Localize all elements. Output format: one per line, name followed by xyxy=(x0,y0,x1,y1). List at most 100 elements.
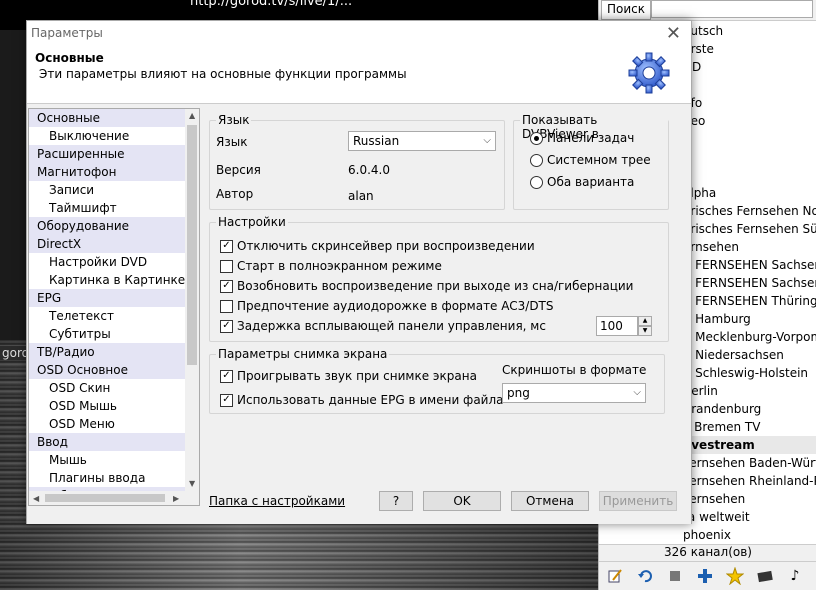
checkbox-label: Задержка всплывающей панели управления, … xyxy=(237,319,546,333)
scroll-down-icon[interactable]: ▼ xyxy=(189,479,195,488)
header-description: Эти параметры влияют на основные функции… xyxy=(39,67,407,81)
tree-item[interactable]: OSD Меню xyxy=(29,415,199,433)
radio-label: Панели задач xyxy=(547,131,635,145)
gear-icon xyxy=(628,52,670,94)
language-group-title: Язык xyxy=(216,113,252,127)
radio-dot-icon[interactable] xyxy=(530,175,543,189)
radio-label: Оба варианта xyxy=(547,175,635,189)
version-value: 6.0.4.0 xyxy=(348,163,390,177)
stepper-down-icon[interactable]: ▼ xyxy=(638,326,652,336)
star-icon[interactable] xyxy=(723,565,747,587)
tree-item[interactable]: DirectX xyxy=(29,235,199,253)
author-label: Автор xyxy=(216,187,254,201)
show-in-radio[interactable]: Оба варианта xyxy=(530,175,634,189)
dialog-header: Основные Эти параметры влияют на основны… xyxy=(27,45,691,103)
tree-item[interactable]: OSD Мышь xyxy=(29,397,199,415)
chevron-down-icon: ⌵ xyxy=(633,387,641,398)
checkbox-row[interactable]: Предпочтение аудиодорожке в формате AC3/… xyxy=(220,299,554,313)
scroll-left-icon[interactable]: ◀ xyxy=(33,494,39,503)
screenshot-group-title: Параметры снимка экрана xyxy=(216,347,390,361)
radio-dot-icon[interactable] xyxy=(530,153,543,167)
music-icon[interactable]: ♪ xyxy=(783,565,807,587)
author-value: alan xyxy=(348,189,374,203)
channel-list-item[interactable]: phoenix xyxy=(599,526,816,544)
cancel-button[interactable]: Отмена xyxy=(511,491,589,511)
checkbox-checked-icon[interactable]: ✓ xyxy=(220,369,233,383)
radio-dot-icon[interactable] xyxy=(530,131,543,145)
chevron-down-icon: ⌵ xyxy=(483,135,491,146)
channel-search-bar: Поиск xyxy=(599,0,816,21)
checkbox-label: Проигрывать звук при снимке экрана xyxy=(237,369,477,383)
tree-item[interactable]: Мышь xyxy=(29,451,199,469)
screenshot-group: Параметры снимка экрана ✓ Проигрывать зву… xyxy=(209,347,665,414)
checkbox-row[interactable]: ✓ Использовать данные EPG в имени файла xyxy=(220,393,504,407)
tree-item[interactable]: Магнитофон xyxy=(29,163,199,181)
checkbox-row[interactable]: ✓ Отключить скринсейвер при воспроизведен… xyxy=(220,239,535,253)
tree-item[interactable]: ТВ/Радио xyxy=(29,343,199,361)
tree-item[interactable]: Основные xyxy=(29,109,199,127)
show-in-radio[interactable]: Системном трее xyxy=(530,153,651,167)
checkbox-label: Отключить скринсейвер при воспроизведени… xyxy=(237,239,535,253)
settings-group-title: Настройки xyxy=(216,215,288,229)
tree-item[interactable]: Таймшифт xyxy=(29,199,199,217)
url-text: http://gorod.tv/s/live/1/... xyxy=(190,0,353,9)
checkbox-checked-icon[interactable]: ✓ xyxy=(220,393,233,407)
delay-stepper[interactable]: ▲ ▼ xyxy=(638,316,652,336)
checkbox-checked-icon[interactable]: ✓ xyxy=(220,279,233,293)
checkbox-checked-icon[interactable]: ✓ xyxy=(220,239,233,253)
format-select[interactable]: png ⌵ xyxy=(502,383,646,403)
scroll-right-icon[interactable]: ▶ xyxy=(173,494,179,503)
tree-vertical-scroll-thumb[interactable] xyxy=(187,125,197,365)
settings-folder-link[interactable]: Папка с настройками xyxy=(209,494,345,508)
dialog-body: Основные Выключение Расширенные Магнитофон З… xyxy=(27,103,691,524)
close-icon[interactable]: ✕ xyxy=(666,23,681,44)
film-icon[interactable] xyxy=(753,565,777,587)
language-label: Язык xyxy=(216,135,248,149)
checkbox-row[interactable]: ✓ Задержка всплывающей панели управления,… xyxy=(220,319,546,333)
apply-button[interactable]: Применить xyxy=(599,491,677,511)
checkbox-unchecked-icon[interactable] xyxy=(220,299,233,313)
add-icon[interactable] xyxy=(693,565,717,587)
tree-item[interactable]: EPG xyxy=(29,289,199,307)
checkbox-label: Возобновить воспроизведение при выходе и… xyxy=(237,279,634,293)
version-label: Версия xyxy=(216,163,261,177)
tree-item[interactable]: Телетекст xyxy=(29,307,199,325)
checkbox-checked-icon[interactable]: ✓ xyxy=(220,319,233,333)
tree-item[interactable]: Расширенные xyxy=(29,145,199,163)
checkbox-row[interactable]: Старт в полноэкранном режиме xyxy=(220,259,442,273)
tree-item[interactable]: OSD Основное xyxy=(29,361,199,379)
checkbox-unchecked-icon[interactable] xyxy=(220,259,233,273)
language-select[interactable]: Russian ⌵ xyxy=(348,131,496,151)
tree-item[interactable]: OSD Скин xyxy=(29,379,199,397)
tree-item[interactable]: Субтитры xyxy=(29,325,199,343)
scroll-up-icon[interactable]: ▲ xyxy=(189,111,195,120)
checkbox-row[interactable]: ✓ Возобновить воспроизведение при выходе … xyxy=(220,279,633,293)
stop-icon[interactable] xyxy=(663,565,687,587)
checkbox-label: Предпочтение аудиодорожке в формате AC3/… xyxy=(237,299,554,313)
edit-icon[interactable] xyxy=(603,565,627,587)
delay-input[interactable]: 100 xyxy=(596,316,638,336)
undo-icon[interactable] xyxy=(633,565,657,587)
tree-item[interactable]: Записи xyxy=(29,181,199,199)
dialog-title: Параметры xyxy=(31,26,103,40)
search-button[interactable]: Поиск xyxy=(601,0,651,20)
format-label: Скриншоты в формате xyxy=(502,363,647,377)
settings-dialog: Параметры ✕ Основные Эти параметры влияю… xyxy=(26,20,692,524)
checkbox-label: Старт в полноэкранном режиме xyxy=(237,259,442,273)
tree-item[interactable]: Картинка в Картинке xyxy=(29,271,199,289)
settings-tree: Основные Выключение Расширенные Магнитофон З… xyxy=(28,108,200,506)
tree-item[interactable]: Настройки DVD xyxy=(29,253,199,271)
tree-item[interactable]: Ввод xyxy=(29,433,199,451)
tree-item[interactable]: Оборудование xyxy=(29,217,199,235)
header-title: Основные xyxy=(35,51,104,65)
tree-horizontal-scroll-thumb[interactable] xyxy=(45,494,165,502)
tree-item[interactable]: Плагины ввода xyxy=(29,469,199,487)
stepper-up-icon[interactable]: ▲ xyxy=(638,316,652,326)
ok-button[interactable]: OK xyxy=(423,491,501,511)
help-button[interactable]: ? xyxy=(379,491,413,511)
search-input[interactable] xyxy=(651,0,813,18)
checkbox-row[interactable]: ✓ Проигрывать звук при снимке экрана xyxy=(220,369,477,383)
tree-item[interactable]: Выключение xyxy=(29,127,199,145)
show-in-radio[interactable]: Панели задач xyxy=(530,131,634,145)
checkbox-label: Использовать данные EPG в имени файла xyxy=(237,393,504,407)
